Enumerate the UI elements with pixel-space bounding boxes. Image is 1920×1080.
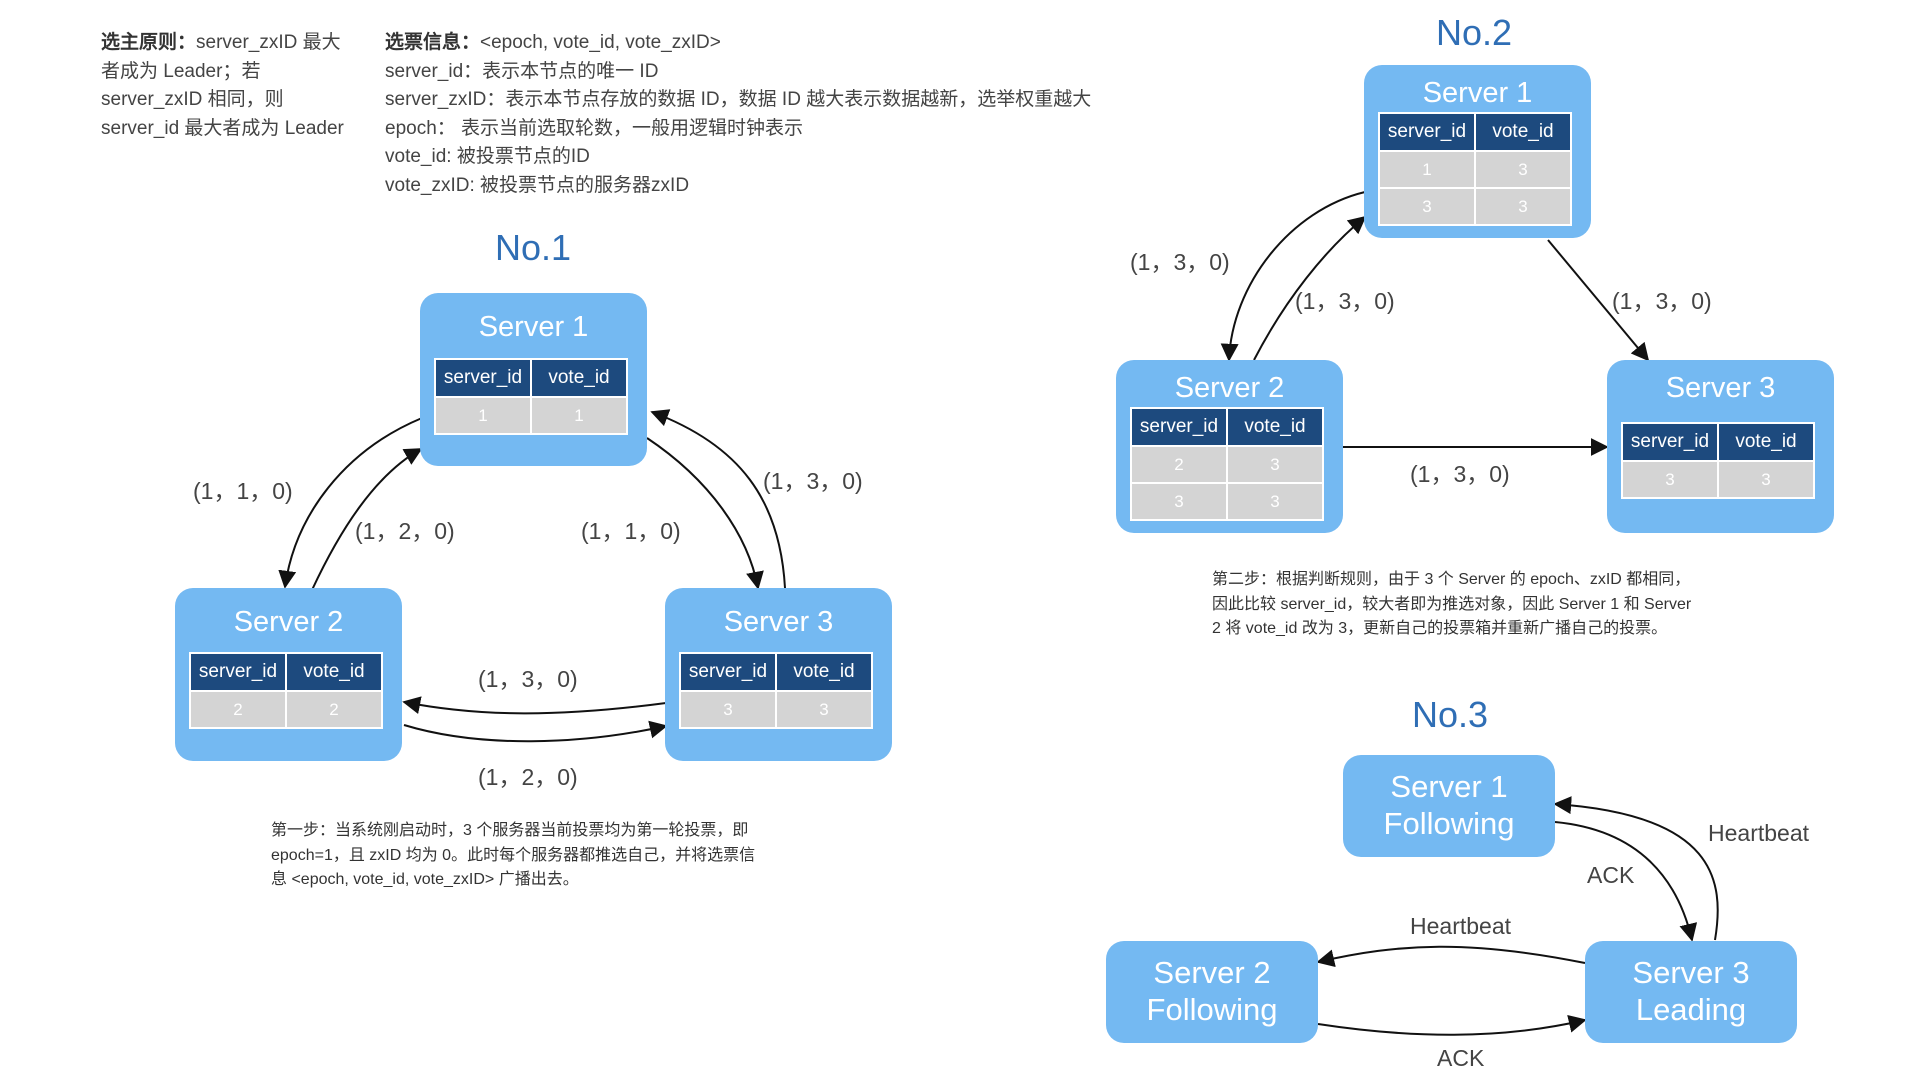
stage1-label-s1-to-s3: (1，1，0) <box>581 518 681 544</box>
stage2-server-2: Server 2 server_id vote_id 23 33 <box>1116 360 1343 533</box>
header-vote-id: vote_id <box>1719 424 1813 460</box>
stage1-caption: 第一步：当系统刚启动时，3 个服务器当前投票均为第一轮投票，即 epoch=1，… <box>271 819 831 893</box>
arrow-s1-to-s2 <box>278 417 423 589</box>
caption-line: 2 将 vote_id 改为 3，更新自己的投票箱并重新广播自己的投票。 <box>1212 620 1668 637</box>
server-name: Server 3 <box>1632 955 1750 990</box>
header-server-id: server_id <box>191 654 285 690</box>
stage2-server-3: Server 3 server_id vote_id 33 <box>1607 360 1834 533</box>
cell-server-id: 2 <box>1132 447 1226 482</box>
server-name: Server 1 <box>1422 77 1533 109</box>
header-server-id: server_id <box>1132 409 1226 445</box>
header-vote-id: vote_id <box>1228 409 1322 445</box>
header-server-id: server_id <box>681 654 775 690</box>
stage2-server-1: Server 1 server_id vote_id 13 33 <box>1364 65 1591 238</box>
stage2-label-s2-to-s1: (1，3，0) <box>1295 288 1395 314</box>
server-state: Leading <box>1635 992 1747 1027</box>
stage1-label-s2-to-s3: (1，2，0) <box>478 764 578 790</box>
header-server-id: server_id <box>436 360 530 396</box>
cell-vote-id: 2 <box>287 692 381 727</box>
cell-vote-id: 3 <box>1719 462 1813 497</box>
server-name: Server 3 <box>1665 372 1776 404</box>
vote-table: server_id vote_id 23 33 <box>1130 407 1324 521</box>
cell-server-id: 3 <box>1132 484 1226 519</box>
header-vote-id: vote_id <box>777 654 871 690</box>
stage2-title: No.2 <box>1436 12 1513 53</box>
server-name: Server 3 <box>723 606 834 638</box>
arrow-s2-to-s3-stage3 <box>1317 1014 1587 1036</box>
header-server-id: server_id <box>1380 114 1474 150</box>
stage1-server-3: Server 3 server_id vote_id 33 <box>665 588 892 761</box>
stage2-label-s2-to-s3: (1，3，0) <box>1410 461 1510 487</box>
arrow-s3-to-s2-stage3 <box>1316 945 1586 968</box>
header-vote-id: vote_id <box>532 360 626 396</box>
cell-vote-id: 1 <box>532 398 626 433</box>
stage1-label-s3-to-s2: (1，3，0) <box>478 666 578 692</box>
vote-table: server_id vote_id 11 <box>434 358 628 435</box>
server-state: Following <box>1146 992 1278 1027</box>
server-name: Server 1 <box>478 311 589 343</box>
header-vote-id: vote_id <box>1476 114 1570 150</box>
cell-vote-id: 3 <box>1228 484 1322 519</box>
cell-vote-id: 3 <box>1476 152 1570 187</box>
caption-line: 第一步：当系统刚启动时，3 个服务器当前投票均为第一轮投票，即 <box>271 822 749 839</box>
stage3-label-s3-to-s2: Heartbeat <box>1410 913 1512 939</box>
header-vote-id: vote_id <box>287 654 381 690</box>
arrow-s3-to-s1-stage3 <box>1553 796 1719 941</box>
cell-server-id: 3 <box>1380 189 1474 224</box>
cell-server-id: 3 <box>1623 462 1717 497</box>
stage1-label-s2-to-s1: (1，2，0) <box>355 518 455 544</box>
stage2-caption: 第二步：根据判断规则，由于 3 个 Server 的 epoch、zxID 都相… <box>1212 568 1752 642</box>
caption-line: 第二步：根据判断规则，由于 3 个 Server 的 epoch、zxID 都相… <box>1212 571 1691 588</box>
stage3-label-s3-to-s1: Heartbeat <box>1708 820 1810 846</box>
vote-table: server_id vote_id 22 <box>189 652 383 729</box>
cell-server-id: 2 <box>191 692 285 727</box>
stage3-server-2: Server 2 Following <box>1106 941 1318 1043</box>
vote-table: server_id vote_id 33 <box>679 652 873 729</box>
vote-table: server_id vote_id 33 <box>1621 422 1815 499</box>
stage1-label-s1-to-s2: (1，1，0) <box>193 478 293 504</box>
arrow-s3-to-s1 <box>650 409 786 589</box>
stage3-title: No.3 <box>1412 694 1489 735</box>
stage2-label-s1-to-s2: (1，3，0) <box>1130 249 1230 275</box>
server-state: Following <box>1383 806 1515 841</box>
header-server-id: server_id <box>1623 424 1717 460</box>
arrow-s3-to-s2 <box>402 696 667 715</box>
server-name: Server 2 <box>233 606 344 638</box>
server-name: Server 2 <box>1174 372 1285 404</box>
stage1-server-2: Server 2 server_id vote_id 22 <box>175 588 402 761</box>
cell-server-id: 1 <box>1380 152 1474 187</box>
stage3-server-3: Server 3 Leading <box>1585 941 1797 1043</box>
stage3-label-s2-to-s3: ACK <box>1437 1045 1485 1071</box>
caption-line: epoch=1，且 zxID 均为 0。此时每个服务器都推选自己，并将选票信 <box>271 846 756 864</box>
stage1-label-s3-to-s1: (1，3，0) <box>763 468 863 494</box>
vote-table: server_id vote_id 13 33 <box>1378 112 1572 226</box>
cell-server-id: 3 <box>681 692 775 727</box>
stage3-server-1: Server 1 Following <box>1343 755 1555 857</box>
stage1-title: No.1 <box>495 227 572 268</box>
caption-line: 因此比较 server_id，较大者即为推选对象，因此 Server 1 和 S… <box>1212 595 1692 613</box>
stage1-server-1: Server 1 server_id vote_id 11 <box>420 293 647 466</box>
caption-line: 息 <epoch, vote_id, vote_zxID> 广播出去。 <box>271 871 579 888</box>
cell-server-id: 1 <box>436 398 530 433</box>
diagram-arrows <box>278 191 1719 1036</box>
stage3-label-s1-to-s3: ACK <box>1587 862 1635 888</box>
stage2-label-s1-to-s3: (1，3，0) <box>1612 288 1712 314</box>
server-name: Server 1 <box>1390 769 1508 804</box>
cell-vote-id: 3 <box>1228 447 1322 482</box>
cell-vote-id: 3 <box>1476 189 1570 224</box>
arrow-s2-to-s3 <box>403 720 668 743</box>
cell-vote-id: 3 <box>777 692 871 727</box>
server-name: Server 2 <box>1153 955 1271 990</box>
arrow-s1-to-s2-stage2 <box>1220 191 1366 362</box>
